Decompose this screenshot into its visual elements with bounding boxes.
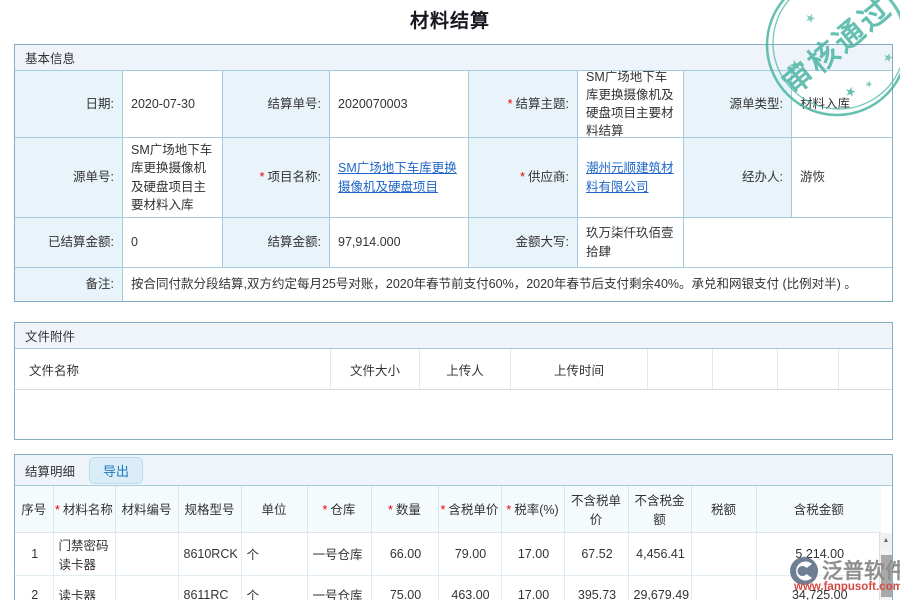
seq: 2 [15, 575, 53, 600]
attachments-panel: 文件附件 文件名称 文件大小 上传人 上传时间 [14, 322, 893, 440]
col-warehouse: *仓库 [307, 486, 371, 532]
col-total-with-tax: 含税金额 [756, 486, 881, 532]
detail-table: 序号 *材料名称 材料编号 规格型号 单位 *仓库 *数量 *含税单价 *税率(… [15, 486, 881, 600]
required-mark: * [388, 503, 393, 517]
col-notax-price: 不含税单价 [564, 486, 628, 532]
col-material-name: *材料名称 [53, 486, 115, 532]
subject-label: *结算主题: [469, 71, 578, 138]
attachment-col-extra-3 [778, 349, 839, 390]
total-with-tax: 5,214.00 [756, 532, 881, 575]
source-no-value: SM广场地下车库更换摄像机及硬盘项目主要材料入库 [123, 138, 223, 218]
date-label: 日期: [15, 71, 123, 138]
export-button[interactable]: 导出 [89, 457, 143, 484]
tax-rate: 17.00 [501, 532, 564, 575]
seq: 1 [15, 532, 53, 575]
total-with-tax: 34,725.00 [756, 575, 881, 600]
attachment-col-filename: 文件名称 [15, 349, 331, 390]
tax-amount [691, 532, 756, 575]
date-value: 2020-07-30 [123, 71, 223, 138]
attachment-col-uploadtime: 上传时间 [511, 349, 648, 390]
col-quantity: *数量 [371, 486, 438, 532]
basic-info-section-title: 基本信息 [15, 45, 892, 71]
material-name: 读卡器 [53, 575, 115, 600]
supplier-label: *供应商: [469, 138, 578, 218]
handler-value: 游恢 [792, 138, 892, 218]
settle-no-label: 结算单号: [223, 71, 330, 138]
quantity: 66.00 [371, 532, 438, 575]
tax-rate: 17.00 [501, 575, 564, 600]
detail-row-2: 2 读卡器 8611RC 个 一号仓库 75.00 463.00 17.00 3… [15, 575, 881, 600]
basic-info-panel: 基本信息 日期: 2020-07-30 结算单号: 2020070003 *结算… [14, 44, 893, 302]
required-mark: * [508, 95, 513, 113]
unit: 个 [241, 532, 307, 575]
unit: 个 [241, 575, 307, 600]
empty-cell [684, 218, 892, 268]
page-title: 材料结算 [0, 6, 900, 33]
required-mark: * [506, 503, 511, 517]
required-mark: * [55, 503, 60, 517]
project-label: *项目名称: [223, 138, 330, 218]
subject-value: SM广场地下车库更换摄像机及硬盘项目主要材料结算 [578, 71, 684, 138]
vertical-scrollbar[interactable]: ▲ [879, 533, 892, 600]
attachment-col-filesize: 文件大小 [331, 349, 420, 390]
detail-header-row: 序号 *材料名称 材料编号 规格型号 单位 *仓库 *数量 *含税单价 *税率(… [15, 486, 881, 532]
warehouse: 一号仓库 [307, 575, 371, 600]
tax-price: 79.00 [438, 532, 501, 575]
scrollbar-thumb[interactable] [881, 555, 892, 597]
supplier-link[interactable]: 潮州元顺建筑材料有限公司 [586, 159, 677, 195]
spec-model: 8611RC [178, 575, 241, 600]
attachments-section-title: 文件附件 [15, 323, 892, 349]
attachment-col-extra-4 [839, 349, 892, 390]
settle-amount-value: 97,914.000 [330, 218, 469, 268]
supplier-value: 潮州元顺建筑材料有限公司 [578, 138, 684, 218]
material-code [115, 532, 178, 575]
detail-section-title: 结算明细 [25, 461, 75, 480]
attachments-empty-body [15, 390, 892, 439]
material-code [115, 575, 178, 600]
settled-amount-label: 已结算金额: [15, 218, 123, 268]
col-tax-price: *含税单价 [438, 486, 501, 532]
required-mark: * [441, 503, 446, 517]
col-tax-amount: 税额 [691, 486, 756, 532]
tax-amount [691, 575, 756, 600]
settle-amount-label: 结算金额: [223, 218, 330, 268]
notax-amount: 4,456.41 [628, 532, 691, 575]
warehouse: 一号仓库 [307, 532, 371, 575]
notax-price: 395.73 [564, 575, 628, 600]
detail-row-1: 1 门禁密码读卡器 8610RCK 个 一号仓库 66.00 79.00 17.… [15, 532, 881, 575]
remark-label: 备注: [15, 268, 123, 301]
required-mark: * [323, 503, 328, 517]
quantity: 75.00 [371, 575, 438, 600]
notax-amount: 29,679.49 [628, 575, 691, 600]
spec-model: 8610RCK [178, 532, 241, 575]
col-material-code: 材料编号 [115, 486, 178, 532]
source-type-label: 源单类型: [684, 71, 792, 138]
handler-label: 经办人: [684, 138, 792, 218]
tax-price: 463.00 [438, 575, 501, 600]
attachment-col-uploader: 上传人 [420, 349, 511, 390]
settle-no-value: 2020070003 [330, 71, 469, 138]
source-no-label: 源单号: [15, 138, 123, 218]
settlement-detail-panel: 结算明细 导出 序号 *材料名称 材料编号 规格型号 单位 *仓库 *数量 *含… [14, 454, 893, 600]
col-unit: 单位 [241, 486, 307, 532]
col-notax-amount: 不含税金额 [628, 486, 691, 532]
project-value: SM广场地下车库更换摄像机及硬盘项目 [330, 138, 469, 218]
col-seq: 序号 [15, 486, 53, 532]
material-name: 门禁密码读卡器 [53, 532, 115, 575]
notax-price: 67.52 [564, 532, 628, 575]
svg-text:★: ★ [866, 0, 885, 4]
attachment-col-extra-1 [648, 349, 713, 390]
attachment-col-extra-2 [713, 349, 778, 390]
col-tax-rate: *税率(%) [501, 486, 564, 532]
scrollbar-up-arrow-icon[interactable]: ▲ [880, 533, 892, 547]
col-spec-model: 规格型号 [178, 486, 241, 532]
required-mark: * [520, 168, 525, 186]
amount-words-value: 玖万柒仟玖佰壹拾肆 [578, 218, 684, 268]
amount-words-label: 金额大写: [469, 218, 578, 268]
required-mark: * [260, 168, 265, 186]
source-type-value: 材料入库 [792, 71, 892, 138]
settled-amount-value: 0 [123, 218, 223, 268]
remark-value: 按合同付款分段结算,双方约定每月25号对账，2020年春节前支付60%，2020… [123, 268, 892, 301]
project-link[interactable]: SM广场地下车库更换摄像机及硬盘项目 [338, 159, 462, 195]
